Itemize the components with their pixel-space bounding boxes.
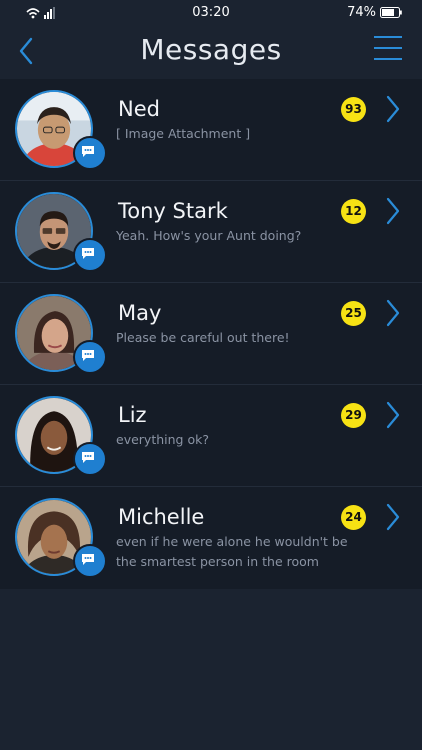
conversation-row-tony-stark[interactable]: Tony Stark Yeah. How's your Aunt doing? … xyxy=(0,181,422,283)
chat-bubble-icon[interactable] xyxy=(73,442,107,476)
contact-name: Michelle xyxy=(118,505,205,529)
contact-name: Tony Stark xyxy=(118,199,228,223)
chat-bubble-icon[interactable] xyxy=(73,544,107,578)
message-preview: Please be careful out there! xyxy=(116,330,290,345)
conversation-row-liz[interactable]: Liz everything ok? 29 xyxy=(0,385,422,487)
status-bar: 03:20 74% xyxy=(0,0,422,26)
chevron-right-icon[interactable] xyxy=(384,94,402,124)
conversation-row-may[interactable]: May Please be careful out there! 25 xyxy=(0,283,422,385)
chevron-right-icon[interactable] xyxy=(384,298,402,328)
chevron-right-icon[interactable] xyxy=(384,502,402,532)
unread-count-badge: 25 xyxy=(341,301,366,326)
page-title: Messages xyxy=(140,33,282,66)
chat-bubble-icon[interactable] xyxy=(73,340,107,374)
battery-icon xyxy=(380,7,402,18)
conversation-list: Ned [ Image Attachment ] 93 Tony Stark Y… xyxy=(0,79,422,589)
unread-count-badge: 93 xyxy=(341,97,366,122)
message-preview: Yeah. How's your Aunt doing? xyxy=(116,228,302,243)
unread-count-badge: 12 xyxy=(341,199,366,224)
message-preview: everything ok? xyxy=(116,432,209,447)
hamburger-menu-icon[interactable] xyxy=(374,34,402,62)
contact-name: Ned xyxy=(118,97,160,121)
chevron-right-icon[interactable] xyxy=(384,196,402,226)
contact-name: Liz xyxy=(118,403,147,427)
conversation-row-ned[interactable]: Ned [ Image Attachment ] 93 xyxy=(0,79,422,181)
message-preview: even if he were alone he wouldn't be the… xyxy=(116,534,348,569)
unread-count-badge: 24 xyxy=(341,505,366,530)
conversation-row-michelle[interactable]: Michelle even if he were alone he wouldn… xyxy=(0,487,422,589)
header: Messages xyxy=(0,26,422,78)
chat-bubble-icon[interactable] xyxy=(73,238,107,272)
message-preview: [ Image Attachment ] xyxy=(116,126,251,141)
contact-name: May xyxy=(118,301,162,325)
battery-percentage: 74% xyxy=(347,5,376,20)
chevron-right-icon[interactable] xyxy=(384,400,402,430)
unread-count-badge: 29 xyxy=(341,403,366,428)
chat-bubble-icon[interactable] xyxy=(73,136,107,170)
